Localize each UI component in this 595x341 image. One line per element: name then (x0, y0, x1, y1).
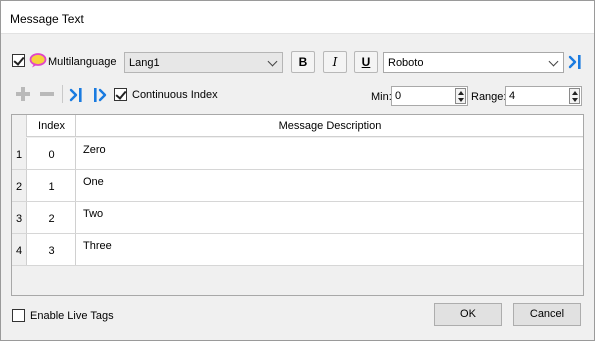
chevron-down-icon (267, 56, 278, 67)
row-number[interactable]: 1 (12, 138, 27, 169)
multilanguage-checkbox[interactable] (12, 54, 25, 67)
continuous-index-checkbox[interactable] (114, 88, 127, 101)
language-select[interactable]: Lang1 (124, 52, 283, 73)
range-label: Range: (471, 91, 507, 103)
table-row[interactable]: 2 1 One (12, 170, 583, 202)
message-text-dialog: Message Text Multilanguage Lang1 B I U R… (0, 0, 595, 341)
multilanguage-label: Multilanguage (48, 56, 117, 68)
min-label: Min: (371, 91, 392, 103)
index-cell[interactable]: 3 (28, 234, 76, 265)
title-bar: Message Text (1, 1, 594, 34)
row-number[interactable]: 3 (12, 202, 27, 233)
go-to-end-icon[interactable] (68, 86, 84, 104)
chevron-down-icon (548, 56, 559, 67)
spin-arrows-icon[interactable] (455, 88, 466, 104)
add-row-icon[interactable] (16, 87, 30, 101)
enable-live-tags-label: Enable Live Tags (30, 310, 114, 322)
italic-button[interactable]: I (323, 51, 347, 73)
min-stepper[interactable]: 0 (391, 86, 468, 106)
bold-button[interactable]: B (291, 51, 315, 73)
message-table: Index Message Description 1 0 Zero 2 1 O… (11, 114, 584, 296)
ok-button[interactable]: OK (434, 303, 502, 326)
apply-font-icon[interactable] (567, 53, 583, 71)
description-cell[interactable]: One (83, 176, 104, 188)
toolbar-separator (62, 85, 63, 103)
index-cell[interactable]: 1 (28, 170, 76, 201)
dialog-title: Message Text (10, 12, 84, 26)
underline-button[interactable]: U (354, 51, 378, 73)
go-to-start-icon[interactable] (92, 86, 110, 104)
enable-live-tags-checkbox[interactable] (12, 309, 25, 322)
continuous-index-label: Continuous Index (132, 89, 218, 101)
remove-row-icon[interactable] (40, 87, 54, 101)
row-number[interactable]: 4 (12, 234, 27, 265)
cancel-button[interactable]: Cancel (513, 303, 581, 326)
description-cell[interactable]: Zero (83, 144, 106, 156)
column-header-index[interactable]: Index (28, 115, 76, 137)
column-header-description[interactable]: Message Description (77, 115, 583, 137)
table-row[interactable]: 1 0 Zero (12, 138, 583, 170)
table-row[interactable]: 4 3 Three (12, 234, 583, 266)
description-cell[interactable]: Three (83, 240, 112, 252)
range-stepper[interactable]: 4 (505, 86, 582, 106)
language-select-value: Lang1 (129, 57, 160, 69)
range-value: 4 (509, 90, 516, 102)
min-value: 0 (395, 90, 402, 102)
index-cell[interactable]: 0 (28, 138, 76, 169)
index-cell[interactable]: 2 (28, 202, 76, 233)
description-cell[interactable]: Two (83, 208, 103, 220)
spin-arrows-icon[interactable] (569, 88, 580, 104)
row-number[interactable]: 2 (12, 170, 27, 201)
table-header: Index Message Description (12, 115, 583, 137)
font-select[interactable]: Roboto (383, 52, 564, 73)
table-row[interactable]: 3 2 Two (12, 202, 583, 234)
speech-bubble-icon (29, 53, 47, 68)
table-corner[interactable] (12, 115, 27, 137)
font-select-value: Roboto (388, 57, 424, 69)
